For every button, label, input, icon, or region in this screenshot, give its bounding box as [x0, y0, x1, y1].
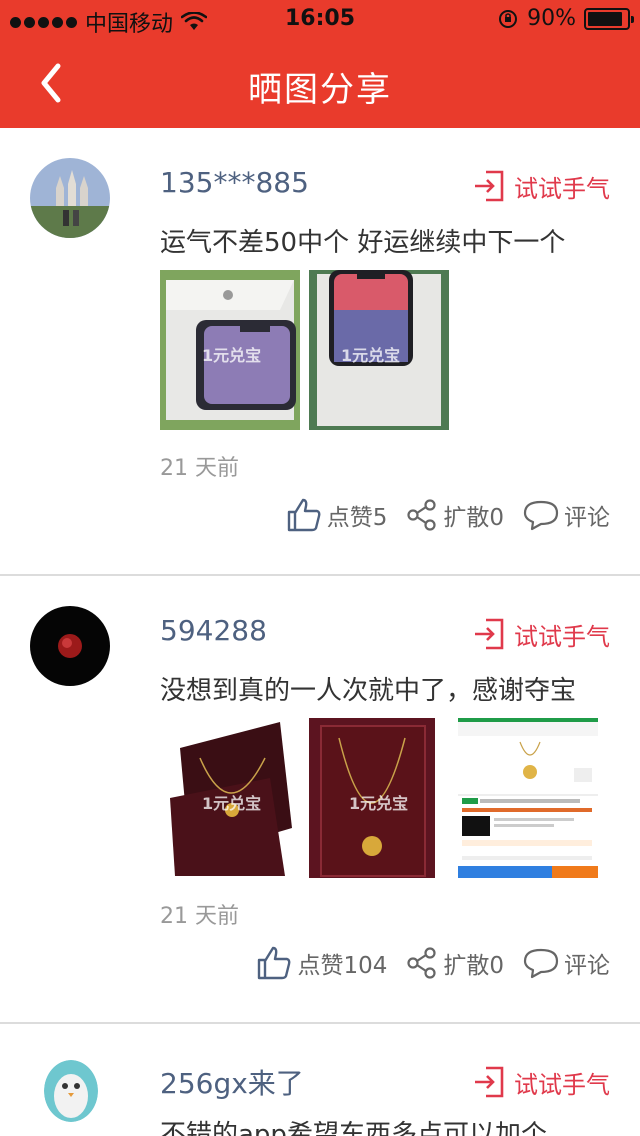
try-luck-button[interactable]: 试试手气: [472, 616, 610, 652]
post-text: 运气不差50中个 好运继续中下一个: [160, 228, 566, 258]
comment-label: 评论: [564, 953, 610, 979]
avatar-image: [44, 1060, 98, 1122]
post-time: 21 天前: [160, 456, 239, 481]
share-feed: 135***885 试试手气 运气不差50中个 好运继续中下一个 1元兑宝 1元…: [0, 128, 640, 1136]
like-button[interactable]: 点赞104: [255, 944, 387, 982]
battery-fill: [588, 11, 623, 26]
battery-percent: 90%: [527, 6, 576, 31]
try-luck-label: 试试手气: [514, 174, 610, 203]
avatar[interactable]: [44, 1060, 98, 1122]
comment-icon: [523, 948, 559, 979]
share-button[interactable]: 扩散0: [405, 498, 504, 532]
order-screenshot-photo: [458, 718, 598, 878]
thumb-up-icon: [287, 498, 321, 532]
post-time: 21 天前: [160, 904, 239, 929]
avatar-image: [30, 158, 110, 238]
post-text: 没想到真的一人次就中了，感谢夺宝: [160, 676, 577, 706]
try-luck-label: 试试手气: [514, 1070, 610, 1099]
photo-grid: 1元兑宝 1元兑宝: [160, 718, 598, 878]
comment-label: 评论: [564, 505, 610, 531]
avatar[interactable]: [30, 158, 110, 238]
try-luck-button[interactable]: 试试手气: [472, 1064, 610, 1100]
post-photo[interactable]: 1元兑宝: [160, 270, 300, 430]
status-bar: 中国移动 16:05 90%: [0, 0, 640, 40]
comment-button[interactable]: 评论: [522, 498, 610, 532]
post-item: 135***885 试试手气 运气不差50中个 好运继续中下一个 1元兑宝 1元…: [0, 128, 640, 576]
post-photo[interactable]: 1元兑宝: [309, 718, 449, 878]
rotation-lock-icon: [499, 9, 518, 28]
username[interactable]: 594288: [160, 614, 267, 647]
post-item: 256gx来了 试试手气 不错的app希望东西多点可以加个: [0, 1024, 640, 1136]
comment-button[interactable]: 评论: [522, 946, 610, 980]
enter-icon: [475, 1066, 504, 1098]
try-luck-label: 试试手气: [514, 622, 610, 651]
username[interactable]: 256gx来了: [160, 1062, 304, 1102]
page-title: 晒图分享: [248, 70, 392, 110]
like-button[interactable]: 点赞5: [285, 496, 388, 534]
nav-bar: 晒图分享: [0, 40, 640, 128]
avatar[interactable]: [30, 606, 110, 686]
post-text: 不错的app希望东西多点可以加个: [160, 1120, 547, 1136]
post-photo[interactable]: 1元兑宝: [309, 270, 449, 430]
top-bar: 中国移动 16:05 90% 晒图分享: [0, 0, 640, 128]
post-actions: 点赞5 扩散0 评论: [285, 496, 610, 534]
share-count: 扩散0: [443, 953, 504, 979]
share-button[interactable]: 扩散0: [405, 946, 504, 980]
like-count: 点赞5: [326, 505, 388, 531]
post-photo[interactable]: 1元兑宝: [160, 718, 300, 878]
thumb-up-icon: [258, 946, 291, 980]
post-photo[interactable]: [458, 718, 598, 878]
battery-icon: [584, 7, 634, 30]
post-item: 594288 试试手气 没想到真的一人次就中了，感谢夺宝 1元兑宝 1元兑宝 2…: [0, 576, 640, 1024]
try-luck-button[interactable]: 试试手气: [472, 168, 610, 204]
share-icon: [407, 947, 436, 979]
photo-watermark: 1元兑宝: [202, 346, 262, 365]
photo-watermark: 1元兑宝: [341, 346, 401, 365]
photo-grid: 1元兑宝 1元兑宝: [160, 270, 449, 430]
enter-icon: [475, 618, 504, 650]
username[interactable]: 135***885: [160, 166, 309, 199]
battery-group: 90%: [497, 6, 634, 31]
comment-icon: [523, 500, 559, 531]
avatar-image: [30, 606, 110, 686]
like-count: 点赞104: [297, 953, 388, 979]
share-icon: [407, 499, 436, 531]
photo-watermark: 1元兑宝: [349, 794, 409, 813]
post-actions: 点赞104 扩散0 评论: [255, 944, 610, 982]
share-count: 扩散0: [443, 505, 504, 531]
photo-watermark: 1元兑宝: [202, 794, 262, 813]
enter-icon: [475, 170, 504, 202]
